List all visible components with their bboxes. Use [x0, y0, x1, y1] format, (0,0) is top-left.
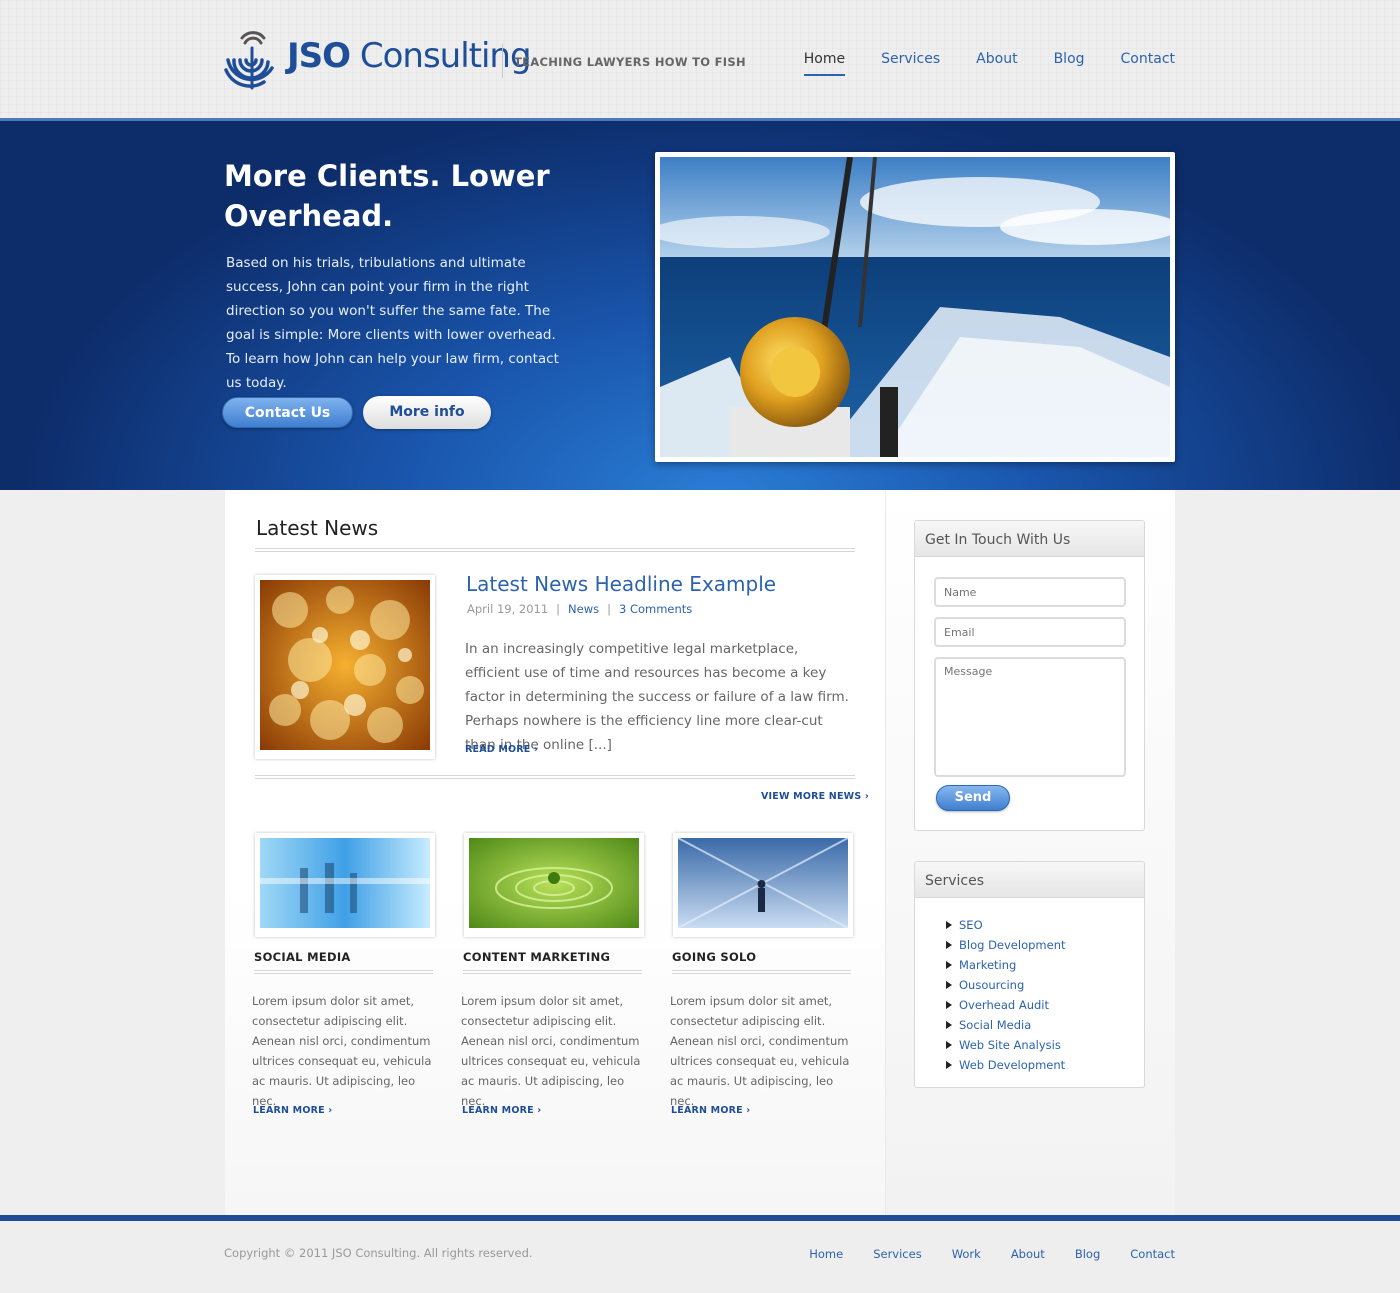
- feature-divider: [672, 970, 851, 974]
- service-item-marketing[interactable]: Marketing: [946, 955, 1066, 975]
- main-nav: Home Services About Blog Contact: [803, 51, 1175, 76]
- contact-widget: Get In Touch With Us Send: [914, 520, 1145, 831]
- feature-title-social-media: SOCIAL MEDIA: [254, 950, 351, 964]
- bokeh-lights-photo-icon: [260, 580, 430, 750]
- news-thumbnail[interactable]: [255, 575, 435, 759]
- services-widget: Services SEO Blog Development Marketing …: [914, 861, 1145, 1088]
- bullet-arrow-icon: [946, 1001, 952, 1009]
- hero-title: More Clients. Lower Overhead.: [224, 159, 550, 233]
- nav-contact[interactable]: Contact: [1121, 51, 1175, 76]
- news-excerpt: In an increasingly competitive legal mar…: [465, 641, 849, 753]
- tagline: TEACHING LAWYERS HOW TO FISH: [514, 55, 746, 69]
- message-textarea[interactable]: [934, 657, 1126, 777]
- bullet-arrow-icon: [946, 941, 952, 949]
- send-button[interactable]: Send: [936, 785, 1010, 811]
- logo-wordmark[interactable]: JSO Consulting: [287, 36, 532, 76]
- nav-blog[interactable]: Blog: [1054, 51, 1085, 76]
- bullet-arrow-icon: [946, 1041, 952, 1049]
- service-item-social-media[interactable]: Social Media: [946, 1015, 1066, 1035]
- bullet-arrow-icon: [946, 1061, 952, 1069]
- section-divider: [255, 775, 855, 779]
- nav-home[interactable]: Home: [803, 51, 846, 76]
- hero-text: Based on his trials, tribulations and ul…: [226, 255, 559, 391]
- bullet-arrow-icon: [946, 1021, 952, 1029]
- service-item-web-development[interactable]: Web Development: [946, 1055, 1066, 1075]
- water-drop-ripple-photo-icon: [469, 838, 639, 928]
- learn-more-content-marketing-link[interactable]: LEARN MORE ›: [462, 1105, 541, 1116]
- learn-more-going-solo-link[interactable]: LEARN MORE ›: [671, 1105, 750, 1116]
- feature-divider: [463, 970, 642, 974]
- service-item-blog-development[interactable]: Blog Development: [946, 935, 1066, 955]
- copyright-text: Copyright © 2011 JSO Consulting. All rig…: [224, 1246, 533, 1260]
- latest-news-heading: Latest News: [256, 516, 379, 540]
- feature-title-content-marketing: CONTENT MARKETING: [463, 950, 611, 964]
- site-footer: Copyright © 2011 JSO Consulting. All rig…: [0, 1215, 1400, 1293]
- hero-photo: [655, 152, 1175, 462]
- footer-link-about[interactable]: About: [1011, 1247, 1045, 1261]
- service-item-web-site-analysis[interactable]: Web Site Analysis: [946, 1035, 1066, 1055]
- service-item-overhead-audit[interactable]: Overhead Audit: [946, 995, 1066, 1015]
- feature-text-going-solo: Lorem ipsum dolor sit amet, consectetur …: [670, 994, 850, 1108]
- feature-thumbnail-going-solo[interactable]: [673, 833, 853, 937]
- bullet-arrow-icon: [946, 981, 952, 989]
- feature-divider: [254, 970, 433, 974]
- news-comments-link[interactable]: 3 Comments: [619, 602, 692, 616]
- feature-text-content-marketing: Lorem ipsum dolor sit amet, consectetur …: [461, 994, 641, 1108]
- fishing-reel-ocean-photo-icon: [660, 157, 1170, 457]
- service-item-seo[interactable]: SEO: [946, 915, 1066, 935]
- feature-thumbnail-content-marketing[interactable]: [464, 833, 644, 937]
- motion-blur-crowd-photo-icon: [260, 838, 430, 928]
- section-divider: [255, 548, 855, 552]
- nav-about[interactable]: About: [976, 51, 1017, 76]
- footer-nav: Home Services Work About Blog Contact: [809, 1247, 1175, 1261]
- services-list: SEO Blog Development Marketing Ousourcin…: [946, 915, 1066, 1075]
- footer-link-services[interactable]: Services: [873, 1247, 922, 1261]
- feature-thumbnail-social-media[interactable]: [255, 833, 435, 937]
- footer-link-contact[interactable]: Contact: [1130, 1247, 1175, 1261]
- footer-link-home[interactable]: Home: [809, 1247, 843, 1261]
- contact-us-button[interactable]: Contact Us: [222, 397, 353, 428]
- nav-services[interactable]: Services: [881, 51, 940, 76]
- news-headline-link[interactable]: Latest News Headline Example: [466, 572, 776, 596]
- hero-banner: More Clients. Lower Overhead. Based on h…: [0, 121, 1400, 490]
- email-input[interactable]: [934, 617, 1126, 647]
- bullet-arrow-icon: [946, 921, 952, 929]
- name-input[interactable]: [934, 577, 1126, 607]
- feature-title-going-solo: GOING SOLO: [672, 950, 757, 964]
- services-widget-title: Services: [915, 862, 1144, 898]
- more-info-button[interactable]: More info: [363, 396, 491, 429]
- bullet-arrow-icon: [946, 961, 952, 969]
- site-header: JSO Consulting TEACHING LAWYERS HOW TO F…: [0, 0, 1400, 121]
- contact-widget-title: Get In Touch With Us: [915, 521, 1144, 557]
- read-more-link[interactable]: READ MORE ›: [465, 744, 538, 755]
- news-meta: April 19, 2011 | News | 3 Comments: [467, 602, 693, 616]
- footer-link-blog[interactable]: Blog: [1075, 1247, 1100, 1261]
- learn-more-social-media-link[interactable]: LEARN MORE ›: [253, 1105, 332, 1116]
- news-date: April 19, 2011: [467, 602, 549, 616]
- logo-divider: [502, 44, 503, 78]
- news-category-link[interactable]: News: [568, 602, 599, 616]
- view-more-news-link[interactable]: VIEW MORE NEWS ›: [761, 791, 869, 802]
- person-in-hallway-photo-icon: [677, 837, 849, 929]
- logo-icon[interactable]: [224, 30, 278, 90]
- feature-text-social-media: Lorem ipsum dolor sit amet, consectetur …: [252, 994, 432, 1108]
- service-item-outsourcing[interactable]: Ousourcing: [946, 975, 1066, 995]
- footer-link-work[interactable]: Work: [952, 1247, 981, 1261]
